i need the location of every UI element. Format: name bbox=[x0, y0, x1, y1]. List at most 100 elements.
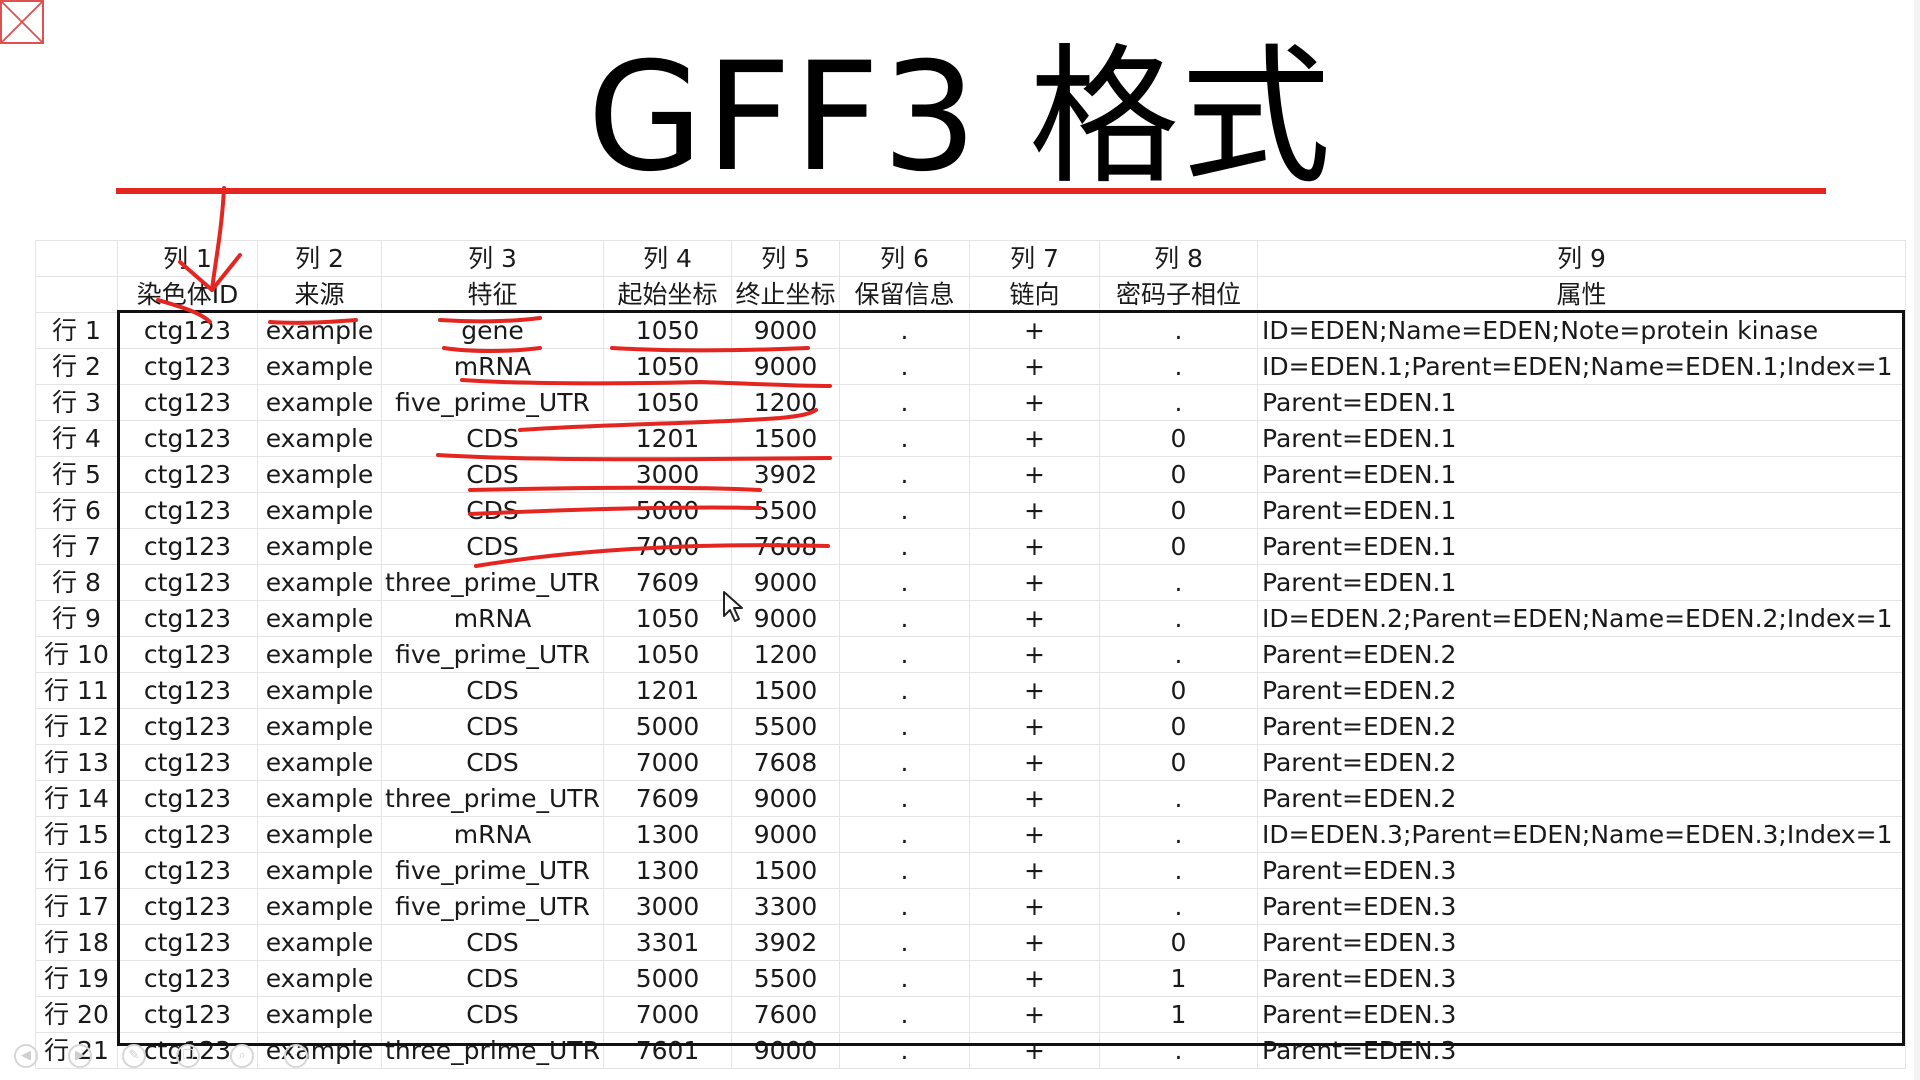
table-cell[interactable]: 0 bbox=[1099, 528, 1258, 565]
row-label[interactable]: 行 1 bbox=[35, 312, 118, 349]
table-cell[interactable]: . bbox=[839, 780, 970, 817]
table-cell[interactable]: ctg123 bbox=[117, 672, 258, 709]
table-cell[interactable]: . bbox=[839, 1032, 970, 1069]
table-cell[interactable]: . bbox=[1099, 1032, 1258, 1069]
table-cell[interactable]: Parent=EDEN.3 bbox=[1257, 1032, 1906, 1069]
table-cell[interactable]: + bbox=[969, 528, 1100, 565]
table-cell[interactable]: ctg123 bbox=[117, 456, 258, 493]
pen-icon[interactable]: ✎ bbox=[122, 1044, 146, 1068]
table-cell[interactable]: gene bbox=[381, 312, 604, 349]
table-cell[interactable]: five_prime_UTR bbox=[381, 852, 604, 889]
table-cell[interactable]: example bbox=[257, 780, 382, 817]
table-cell[interactable]: + bbox=[969, 780, 1100, 817]
table-cell[interactable]: . bbox=[1099, 816, 1258, 853]
row-label[interactable]: 行 9 bbox=[35, 600, 118, 637]
table-cell[interactable]: 3300 bbox=[731, 888, 840, 925]
table-cell[interactable]: + bbox=[969, 672, 1100, 709]
table-cell[interactable]: ctg123 bbox=[117, 780, 258, 817]
table-cell[interactable]: + bbox=[969, 852, 1100, 889]
table-cell[interactable]: 1 bbox=[1099, 996, 1258, 1033]
table-cell[interactable]: 7609 bbox=[603, 564, 732, 601]
table-cell[interactable]: 3301 bbox=[603, 924, 732, 961]
table-cell[interactable]: Parent=EDEN.1 bbox=[1257, 492, 1906, 529]
row-label[interactable]: 行 14 bbox=[35, 780, 118, 817]
table-cell[interactable]: example bbox=[257, 996, 382, 1033]
table-cell[interactable]: 7609 bbox=[603, 780, 732, 817]
zoom-icon[interactable]: ⌕ bbox=[230, 1044, 254, 1068]
table-cell[interactable]: . bbox=[839, 816, 970, 853]
table-cell[interactable]: Parent=EDEN.1 bbox=[1257, 420, 1906, 457]
table-cell[interactable]: 1300 bbox=[603, 852, 732, 889]
table-cell[interactable]: . bbox=[839, 636, 970, 673]
table-cell[interactable]: ctg123 bbox=[117, 420, 258, 457]
table-cell[interactable]: + bbox=[969, 888, 1100, 925]
table-cell[interactable]: 5500 bbox=[731, 492, 840, 529]
table-cell[interactable]: 3000 bbox=[603, 888, 732, 925]
table-cell[interactable]: . bbox=[1099, 384, 1258, 421]
table-cell[interactable]: 1201 bbox=[603, 420, 732, 457]
table-cell[interactable]: 5500 bbox=[731, 960, 840, 997]
table-cell[interactable]: mRNA bbox=[381, 600, 604, 637]
row-label[interactable]: 行 3 bbox=[35, 384, 118, 421]
table-cell[interactable]: 7601 bbox=[603, 1032, 732, 1069]
row-label[interactable]: 行 16 bbox=[35, 852, 118, 889]
table-cell[interactable]: 1050 bbox=[603, 600, 732, 637]
table-cell[interactable]: 1050 bbox=[603, 348, 732, 385]
table-cell[interactable]: . bbox=[839, 492, 970, 529]
table-cell[interactable]: ctg123 bbox=[117, 312, 258, 349]
table-cell[interactable]: 1201 bbox=[603, 672, 732, 709]
table-cell[interactable]: + bbox=[969, 1032, 1100, 1069]
table-cell[interactable]: 0 bbox=[1099, 456, 1258, 493]
table-cell[interactable]: ctg123 bbox=[117, 924, 258, 961]
row-label[interactable]: 行 7 bbox=[35, 528, 118, 565]
table-cell[interactable]: CDS bbox=[381, 708, 604, 745]
table-cell[interactable]: 9000 bbox=[731, 312, 840, 349]
table-cell[interactable]: ctg123 bbox=[117, 996, 258, 1033]
table-cell[interactable]: ctg123 bbox=[117, 816, 258, 853]
table-cell[interactable]: . bbox=[1099, 780, 1258, 817]
table-cell[interactable]: Parent=EDEN.2 bbox=[1257, 780, 1906, 817]
prev-slide-icon[interactable]: ◀ bbox=[14, 1044, 38, 1068]
table-cell[interactable]: example bbox=[257, 672, 382, 709]
table-cell[interactable]: 9000 bbox=[731, 816, 840, 853]
table-cell[interactable]: Parent=EDEN.3 bbox=[1257, 924, 1906, 961]
table-cell[interactable]: 7000 bbox=[603, 744, 732, 781]
table-cell[interactable]: 5000 bbox=[603, 708, 732, 745]
row-label[interactable]: 行 4 bbox=[35, 420, 118, 457]
table-cell[interactable]: . bbox=[1099, 888, 1258, 925]
table-cell[interactable]: + bbox=[969, 348, 1100, 385]
table-cell[interactable]: example bbox=[257, 636, 382, 673]
table-cell[interactable]: Parent=EDEN.1 bbox=[1257, 384, 1906, 421]
table-cell[interactable]: . bbox=[839, 420, 970, 457]
table-cell[interactable]: + bbox=[969, 384, 1100, 421]
table-cell[interactable]: 1050 bbox=[603, 636, 732, 673]
table-cell[interactable]: 7000 bbox=[603, 528, 732, 565]
row-label[interactable]: 行 12 bbox=[35, 708, 118, 745]
table-cell[interactable]: 0 bbox=[1099, 420, 1258, 457]
row-label[interactable]: 行 6 bbox=[35, 492, 118, 529]
table-cell[interactable]: ctg123 bbox=[117, 528, 258, 565]
table-cell[interactable]: . bbox=[839, 744, 970, 781]
row-label[interactable]: 行 20 bbox=[35, 996, 118, 1033]
more-icon[interactable]: ⋯ bbox=[284, 1044, 308, 1068]
table-cell[interactable]: example bbox=[257, 924, 382, 961]
table-cell[interactable]: ctg123 bbox=[117, 600, 258, 637]
table-cell[interactable]: . bbox=[839, 456, 970, 493]
row-label[interactable]: 行 5 bbox=[35, 456, 118, 493]
table-cell[interactable]: + bbox=[969, 996, 1100, 1033]
table-cell[interactable]: + bbox=[969, 492, 1100, 529]
table-cell[interactable]: + bbox=[969, 708, 1100, 745]
row-label[interactable]: 行 17 bbox=[35, 888, 118, 925]
row-label[interactable]: 行 18 bbox=[35, 924, 118, 961]
table-cell[interactable]: 3902 bbox=[731, 924, 840, 961]
row-label[interactable]: 行 19 bbox=[35, 960, 118, 997]
next-slide-icon[interactable]: ▶ bbox=[68, 1044, 92, 1068]
table-cell[interactable]: example bbox=[257, 564, 382, 601]
table-cell[interactable]: . bbox=[1099, 636, 1258, 673]
table-cell[interactable]: CDS bbox=[381, 456, 604, 493]
table-cell[interactable]: . bbox=[839, 348, 970, 385]
table-cell[interactable]: CDS bbox=[381, 672, 604, 709]
row-label[interactable]: 行 10 bbox=[35, 636, 118, 673]
table-cell[interactable]: . bbox=[839, 384, 970, 421]
table-cell[interactable]: 7600 bbox=[731, 996, 840, 1033]
